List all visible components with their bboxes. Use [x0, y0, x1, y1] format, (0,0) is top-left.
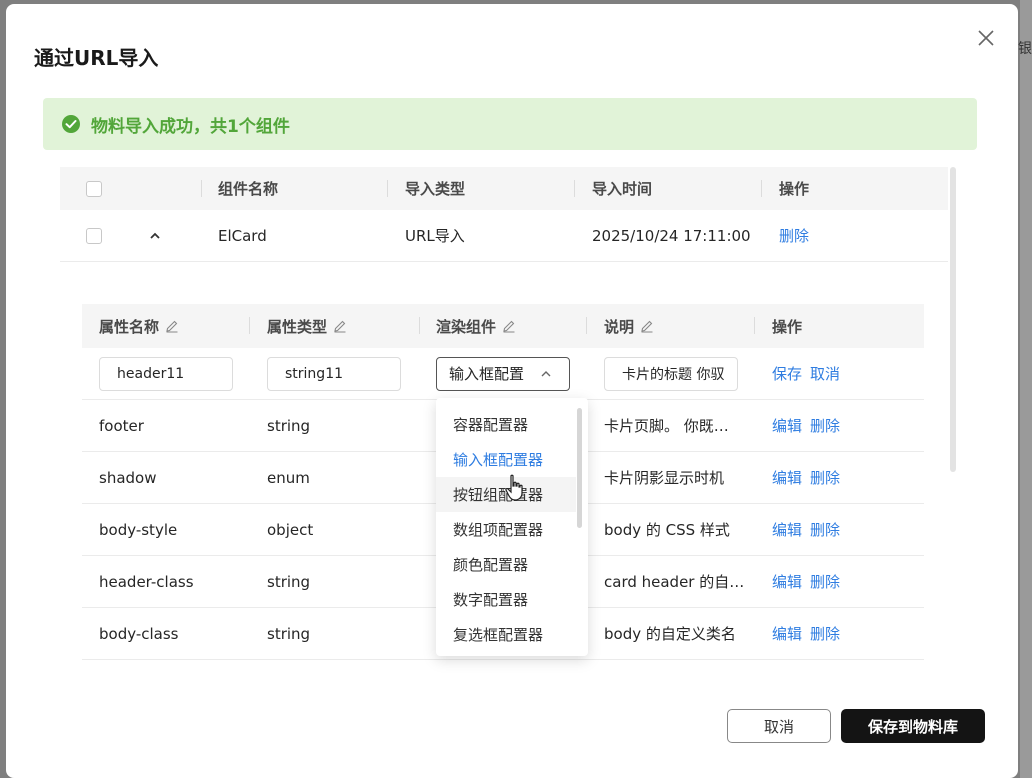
component-table: 组件名称 导入类型 导入时间 操作 ElCard URL导入 2025/10/2…: [60, 167, 948, 262]
prop-type: string: [267, 572, 311, 591]
column-divider: [761, 180, 762, 197]
import-dialog: 通过URL导入 物料导入成功，共1个组件 组件名称 导入类型 导入时间 操作 E…: [6, 4, 1018, 778]
header-prop-name: 属性名称: [99, 317, 160, 336]
dropdown-option-selected[interactable]: 输入框配置器: [436, 442, 576, 477]
header-import-time: 导入时间: [592, 180, 653, 198]
select-value: 输入框配置: [449, 365, 525, 383]
chevron-up-icon: [541, 370, 551, 376]
edit-link[interactable]: 编辑: [772, 467, 802, 488]
select-all-checkbox[interactable]: [86, 180, 102, 197]
delete-component-link[interactable]: 删除: [779, 210, 809, 261]
prop-type: string: [267, 624, 311, 643]
prop-type: object: [267, 520, 314, 539]
component-name: ElCard: [218, 226, 267, 245]
prop-name: shadow: [99, 468, 157, 487]
import-type: URL导入: [405, 227, 465, 245]
close-icon[interactable]: [976, 28, 996, 48]
dropdown-scrollbar[interactable]: [577, 408, 582, 528]
dropdown-option[interactable]: 数组项配置器: [436, 512, 576, 547]
delete-link[interactable]: 删除: [810, 467, 840, 488]
prop-name: header-class: [99, 572, 194, 591]
render-component-select[interactable]: 输入框配置: [436, 356, 570, 391]
edit-icon: [334, 320, 346, 333]
column-divider: [574, 180, 575, 197]
cancel-row-link[interactable]: 取消: [810, 363, 840, 384]
prop-description: body 的自定义类名: [604, 625, 736, 643]
chevron-up-icon[interactable]: [148, 229, 162, 243]
cancel-button[interactable]: 取消: [727, 709, 831, 743]
column-divider: [419, 317, 420, 334]
column-divider: [201, 180, 202, 197]
prop-description: 卡片页脚。 你既…: [604, 417, 729, 435]
render-component-dropdown: 容器配置器 输入框配置器 按钮组配置器 数组项配置器 颜色配置器 数字配置器 复…: [436, 398, 588, 656]
dialog-title: 通过URL导入: [34, 46, 159, 70]
backdrop-strip: [1020, 0, 1032, 778]
prop-description: 卡片阴影显示时机: [604, 469, 725, 487]
delete-link[interactable]: 删除: [810, 571, 840, 592]
prop-name-input[interactable]: header11: [99, 356, 233, 391]
row-checkbox[interactable]: [86, 227, 102, 244]
column-divider: [754, 317, 755, 334]
column-divider: [249, 317, 250, 334]
delete-link[interactable]: 删除: [810, 519, 840, 540]
edit-link[interactable]: 编辑: [772, 571, 802, 592]
prop-name: footer: [99, 416, 144, 435]
edit-link[interactable]: 编辑: [772, 519, 802, 540]
prop-type: string: [267, 416, 311, 435]
column-divider: [387, 180, 388, 197]
header-component-name: 组件名称: [218, 180, 279, 198]
prop-name: body-class: [99, 624, 179, 643]
backdrop-text: 银: [1018, 41, 1032, 57]
save-row-link[interactable]: 保存: [772, 363, 802, 384]
edit-icon: [503, 320, 515, 333]
component-table-header: 组件名称 导入类型 导入时间 操作: [60, 167, 948, 210]
check-circle-icon: [62, 115, 80, 133]
property-table-header: 属性名称 属性类型 渲染组件 说明 操作: [82, 304, 924, 348]
dropdown-option[interactable]: 颜色配置器: [436, 547, 576, 582]
prop-name: body-style: [99, 520, 178, 539]
column-divider: [586, 317, 587, 334]
dropdown-option[interactable]: 数字配置器: [436, 582, 576, 617]
save-to-library-button[interactable]: 保存到物料库: [841, 709, 985, 743]
table-row: ElCard URL导入 2025/10/24 17:11:00 删除: [60, 210, 948, 262]
edit-icon: [641, 320, 653, 333]
header-actions: 操作: [779, 180, 810, 198]
edit-link[interactable]: 编辑: [772, 623, 802, 644]
edit-link[interactable]: 编辑: [772, 415, 802, 436]
dropdown-option[interactable]: 容器配置器: [436, 407, 576, 442]
delete-link[interactable]: 删除: [810, 415, 840, 436]
edit-icon: [166, 320, 178, 333]
header-import-type: 导入类型: [405, 180, 466, 198]
prop-description: body 的 CSS 样式: [604, 521, 730, 539]
header-render-component: 渲染组件: [436, 317, 497, 336]
dropdown-option[interactable]: 复选框配置器: [436, 617, 576, 652]
delete-link[interactable]: 删除: [810, 623, 840, 644]
editing-row: header11 string11 输入框配置 卡片的标题 你驭 保存 取消: [82, 348, 924, 400]
prop-description: card header 的自…: [604, 573, 744, 591]
success-alert: 物料导入成功，共1个组件: [43, 98, 977, 150]
header-prop-type: 属性类型: [267, 317, 328, 336]
hand-cursor-icon: [505, 474, 523, 501]
alert-message: 物料导入成功，共1个组件: [91, 116, 290, 137]
import-time: 2025/10/24 17:11:00: [592, 226, 751, 245]
prop-type: enum: [267, 468, 310, 487]
header-actions: 操作: [772, 317, 803, 336]
scrollbar[interactable]: [950, 167, 956, 472]
description-input[interactable]: 卡片的标题 你驭: [604, 356, 738, 391]
header-description: 说明: [604, 317, 635, 336]
prop-type-input[interactable]: string11: [267, 356, 401, 391]
